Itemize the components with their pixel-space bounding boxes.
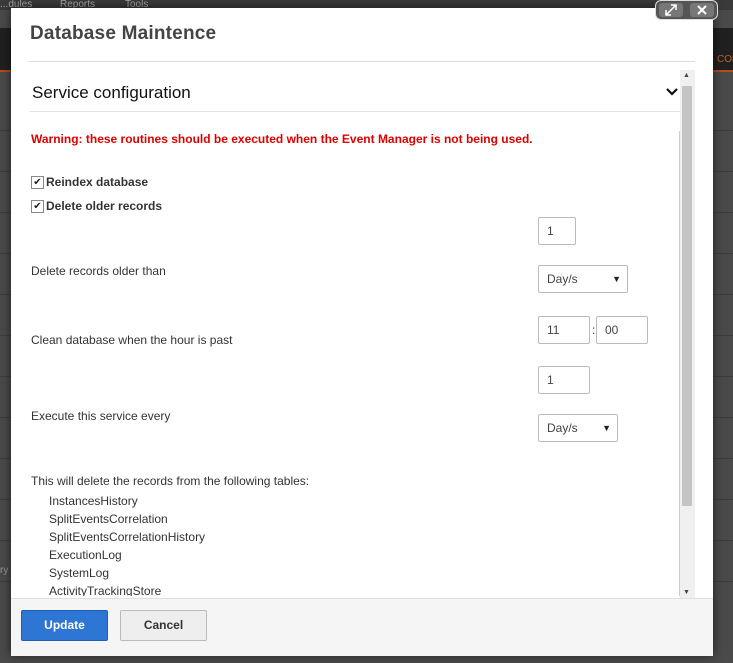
list-item: ExecutionLog <box>49 548 122 562</box>
background-side-text: CON <box>717 54 733 65</box>
tables-list: InstancesHistory SplitEventsCorrelation … <box>49 492 205 596</box>
delete-older-checkbox[interactable]: ✔ <box>31 199 44 213</box>
scroll-down-icon[interactable]: ▼ <box>683 589 690 596</box>
dialog-title: Database Maintence <box>30 23 217 44</box>
list-item: SplitEventsCorrelation <box>49 512 168 526</box>
list-item: SystemLog <box>49 566 110 580</box>
list-item: InstancesHistory <box>49 494 138 508</box>
clean-minute-input[interactable]: 00 <box>596 316 648 344</box>
close-icon[interactable] <box>689 3 714 17</box>
section-title: Service configuration <box>32 83 191 102</box>
dialog-footer: Update Cancel <box>11 598 713 656</box>
window-controls <box>655 0 718 20</box>
list-item: ActivityTrackingStore <box>49 584 162 596</box>
delete-older-unit-select[interactable]: Day/s ▼ <box>538 265 628 293</box>
delete-older-than-label: Delete records older than <box>31 264 166 278</box>
execute-every-unit-value: Day/s <box>547 421 578 435</box>
reindex-option[interactable]: ✔ Reindex database <box>31 175 148 189</box>
delete-older-label: Delete older records <box>46 199 163 213</box>
execute-every-unit-select[interactable]: Day/s ▼ <box>538 414 618 442</box>
time-separator: : <box>592 323 596 337</box>
database-maintenance-dialog: Database Maintence Service configuration… <box>11 8 713 656</box>
scrollbar-thumb[interactable] <box>682 86 692 506</box>
reindex-checkbox[interactable]: ✔ <box>31 175 44 189</box>
scroll-up-icon[interactable]: ▲ <box>683 72 690 79</box>
reindex-label: Reindex database <box>46 175 149 189</box>
title-divider <box>29 61 695 62</box>
execute-every-label: Execute this service every <box>31 409 171 423</box>
dropdown-arrow-icon: ▼ <box>612 274 621 284</box>
delete-older-unit-value: Day/s <box>547 272 578 286</box>
expand-icon[interactable] <box>659 3 684 17</box>
chevron-down-icon[interactable] <box>665 85 679 99</box>
list-item: SplitEventsCorrelationHistory <box>49 530 206 544</box>
warning-message: Warning: these routines should be execut… <box>31 132 533 146</box>
content-scrollbar[interactable]: ▲ ▼ <box>680 70 695 598</box>
tables-note: This will delete the records from the fo… <box>31 474 310 488</box>
execute-every-value-input[interactable]: 1 <box>538 366 590 394</box>
dropdown-arrow-icon: ▼ <box>602 423 611 433</box>
delete-older-value-input[interactable]: 1 <box>538 217 576 245</box>
update-button[interactable]: Update <box>21 610 108 641</box>
delete-older-option[interactable]: ✔ Delete older records <box>31 199 162 213</box>
section-content: Warning: these routines should be execut… <box>31 131 680 596</box>
service-configuration-header[interactable]: Service configuration <box>29 70 681 112</box>
clean-hour-label: Clean database when the hour is past <box>31 333 233 347</box>
clean-hour-input[interactable]: 11 <box>538 316 590 344</box>
cancel-button[interactable]: Cancel <box>120 610 207 641</box>
